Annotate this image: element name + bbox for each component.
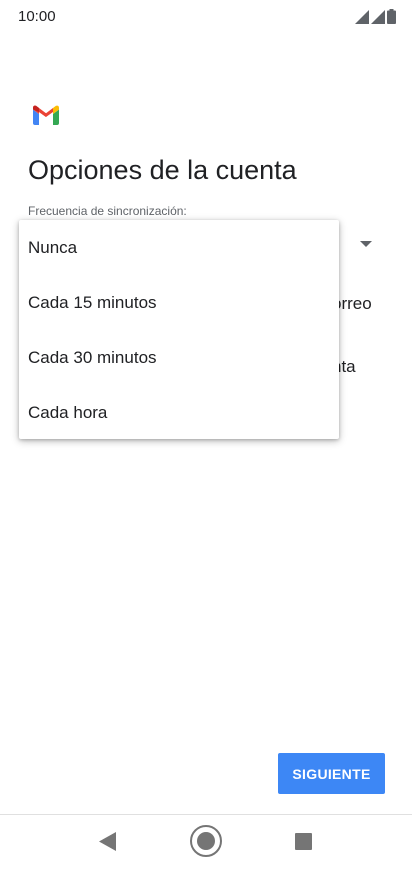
home-icon[interactable]: [189, 824, 223, 858]
recents-icon[interactable]: [295, 833, 312, 850]
menu-item-never[interactable]: Nunca: [19, 220, 339, 275]
status-time: 10:00: [18, 8, 56, 25]
back-icon[interactable]: [99, 832, 117, 851]
sync-frequency-label: Frecuencia de sincronización:: [28, 204, 187, 218]
next-button[interactable]: SIGUIENTE: [278, 753, 385, 794]
navigation-bar: [0, 815, 412, 869]
dropdown-arrow-icon[interactable]: [360, 241, 372, 247]
menu-item-30-minutes[interactable]: Cada 30 minutos: [19, 330, 339, 385]
signal-icon: [371, 10, 385, 24]
sync-frequency-menu: Nunca Cada 15 minutos Cada 30 minutos Ca…: [19, 220, 339, 439]
battery-icon: [387, 9, 396, 24]
status-icons: [355, 9, 396, 24]
status-bar: 10:00: [0, 0, 412, 34]
menu-item-hourly[interactable]: Cada hora: [19, 385, 339, 440]
gmail-logo: [33, 105, 59, 125]
page-title: Opciones de la cuenta: [28, 155, 297, 185]
signal-icon: [355, 10, 369, 24]
menu-item-15-minutes[interactable]: Cada 15 minutos: [19, 275, 339, 330]
